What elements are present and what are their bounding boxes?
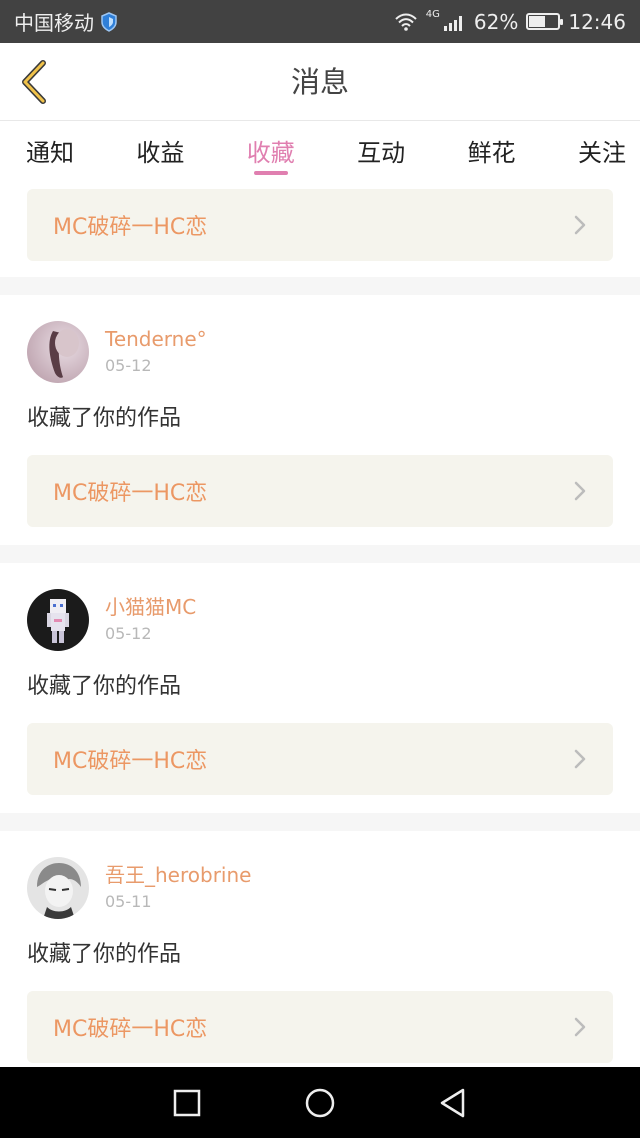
wifi-icon bbox=[395, 13, 417, 31]
battery-percent: 62% bbox=[473, 9, 519, 34]
user-meta: Tenderne° 05-12 bbox=[105, 326, 207, 378]
action-text: 收藏了你的作品 bbox=[27, 406, 182, 431]
avatar[interactable] bbox=[27, 321, 89, 383]
tab-label: 收藏 bbox=[246, 139, 295, 167]
status-left: 中国移动 bbox=[14, 7, 118, 36]
page-title: 消息 bbox=[290, 65, 349, 99]
username[interactable]: 小猫猫MC bbox=[105, 594, 196, 620]
work-link[interactable]: MC破碎一HC恋 bbox=[27, 189, 613, 261]
feed-item: Tenderne° 05-12 收藏了你的作品 MC破碎一HC恋 bbox=[0, 295, 640, 545]
tab-2[interactable]: 收藏 bbox=[247, 121, 295, 181]
work-link[interactable]: MC破碎一HC恋 bbox=[27, 455, 613, 527]
tab-3[interactable]: 互动 bbox=[357, 121, 405, 181]
network-type: 4G bbox=[425, 9, 440, 20]
work-title: MC破碎一HC恋 bbox=[53, 1017, 208, 1042]
work-link[interactable]: MC破碎一HC恋 bbox=[27, 723, 613, 795]
system-nav-bar bbox=[0, 1067, 640, 1138]
user-meta: 小猫猫MC 05-12 bbox=[105, 594, 196, 646]
tab-label: 通知 bbox=[26, 139, 74, 167]
username[interactable]: Tenderne° bbox=[105, 326, 207, 352]
battery-level bbox=[529, 16, 546, 27]
tab-active-indicator bbox=[253, 171, 288, 175]
triangle-back-icon bbox=[441, 1088, 465, 1117]
message-list: MC破碎一HC恋 Tenderne° 05-12 收藏了你的作品 MC破碎一HC… bbox=[0, 181, 640, 1067]
work-link[interactable]: MC破碎一HC恋 bbox=[27, 991, 613, 1063]
back-nav-button[interactable] bbox=[423, 1073, 483, 1133]
tab-4[interactable]: 鲜花 bbox=[468, 121, 516, 181]
post-date: 05-12 bbox=[105, 624, 152, 643]
user-row[interactable]: Tenderne° 05-12 bbox=[27, 321, 613, 383]
username[interactable]: 吾王_herobrine bbox=[105, 862, 251, 888]
battery-icon bbox=[526, 13, 564, 30]
action-text: 收藏了你的作品 bbox=[27, 942, 182, 967]
chevron-right-icon bbox=[574, 1017, 586, 1037]
signal-icon bbox=[443, 15, 462, 31]
feed-item: 小猫猫MC 05-12 收藏了你的作品 MC破碎一HC恋 bbox=[0, 563, 640, 813]
clock: 12:46 bbox=[568, 9, 626, 34]
tab-label: 互动 bbox=[357, 139, 406, 167]
tab-label: 鲜花 bbox=[467, 139, 516, 167]
shield-icon bbox=[101, 11, 117, 32]
circle-icon bbox=[305, 1088, 335, 1117]
chevron-right-icon bbox=[574, 481, 586, 501]
work-title: MC破碎一HC恋 bbox=[53, 749, 208, 774]
user-row[interactable]: 小猫猫MC 05-12 bbox=[27, 589, 613, 651]
tab-0[interactable]: 通知 bbox=[26, 121, 74, 181]
chevron-right-icon bbox=[574, 215, 586, 235]
home-button[interactable] bbox=[290, 1073, 350, 1133]
header: 消息 bbox=[0, 43, 640, 121]
chevron-right-icon bbox=[574, 749, 586, 769]
avatar[interactable] bbox=[27, 589, 89, 651]
square-icon bbox=[173, 1089, 200, 1116]
tab-label: 关注 bbox=[577, 139, 626, 167]
action-text: 收藏了你的作品 bbox=[27, 674, 182, 699]
tab-5[interactable]: 关注 bbox=[578, 121, 626, 181]
avatar[interactable] bbox=[27, 857, 89, 919]
status-bar: 中国移动 4G 62% 12:46 bbox=[0, 0, 640, 43]
tab-1[interactable]: 收益 bbox=[136, 121, 184, 181]
status-right: 4G 62% 12:46 bbox=[394, 9, 626, 34]
carrier-label: 中国移动 bbox=[14, 11, 94, 35]
tab-bar: 通知 收益 收藏 互动 鲜花 关注 bbox=[0, 121, 640, 181]
top-card: MC破碎一HC恋 bbox=[0, 181, 640, 277]
user-meta: 吾王_herobrine 05-11 bbox=[105, 862, 251, 914]
work-title: MC破碎一HC恋 bbox=[53, 481, 208, 506]
user-row[interactable]: 吾王_herobrine 05-11 bbox=[27, 857, 613, 919]
work-title: MC破碎一HC恋 bbox=[53, 215, 208, 240]
tab-label: 收益 bbox=[136, 139, 185, 167]
feed-item: 吾王_herobrine 05-11 收藏了你的作品 MC破碎一HC恋 bbox=[0, 831, 640, 1067]
post-date: 05-11 bbox=[105, 892, 152, 911]
recent-apps-button[interactable] bbox=[157, 1073, 217, 1133]
post-date: 05-12 bbox=[105, 356, 152, 375]
